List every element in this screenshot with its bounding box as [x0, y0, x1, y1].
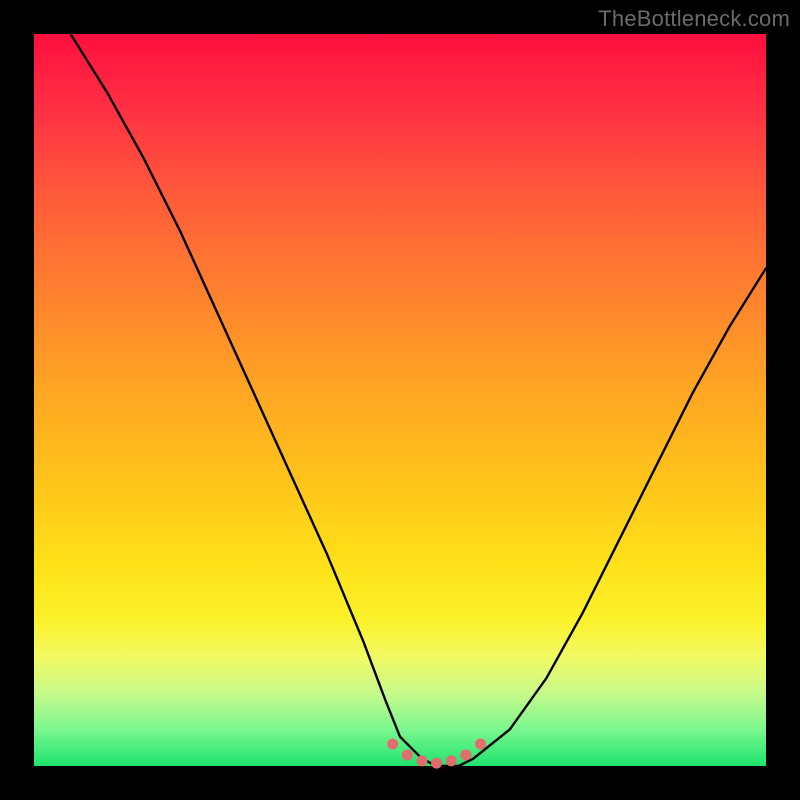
watermark-text: TheBottleneck.com [598, 6, 790, 32]
chart-frame: TheBottleneck.com [0, 0, 800, 800]
trough-markers [387, 739, 486, 769]
trough-marker [475, 739, 486, 750]
curve-svg [34, 34, 766, 766]
bottleneck-curve [71, 34, 766, 766]
plot-area [34, 34, 766, 766]
trough-marker [460, 750, 471, 761]
trough-marker [431, 758, 442, 769]
trough-marker [446, 755, 457, 766]
trough-marker [402, 750, 413, 761]
trough-marker [387, 739, 398, 750]
trough-marker [416, 755, 427, 766]
